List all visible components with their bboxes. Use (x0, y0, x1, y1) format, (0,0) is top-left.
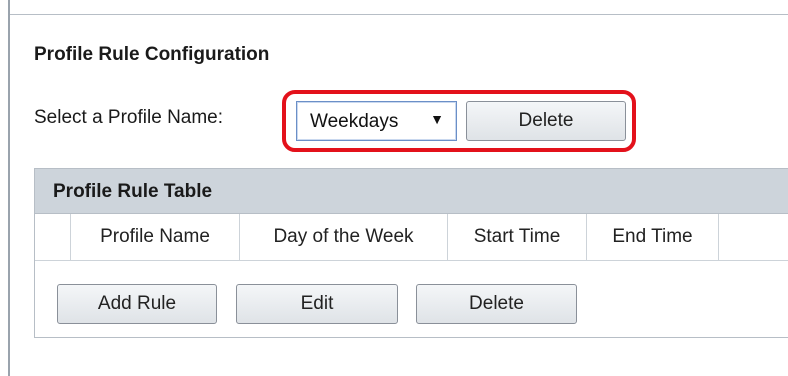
profile-name-select[interactable]: Weekdays ▼ (296, 101, 457, 141)
column-header-extra (719, 214, 788, 261)
column-header-start-time: Start Time (448, 214, 587, 261)
table-title: Profile Rule Table (53, 181, 213, 202)
profile-name-select-value: Weekdays (310, 111, 399, 132)
edit-rule-button[interactable]: Edit (236, 284, 398, 324)
dropdown-arrow-icon: ▼ (430, 111, 444, 127)
table-title-bar: Profile Rule Table (35, 169, 788, 214)
add-rule-button[interactable]: Add Rule (57, 284, 217, 324)
column-header-select (35, 214, 71, 261)
top-divider (10, 14, 788, 15)
column-header-day-of-week: Day of the Week (240, 214, 448, 261)
column-header-profile-name: Profile Name (71, 214, 240, 261)
select-profile-label: Select a Profile Name: (34, 107, 224, 128)
page-title: Profile Rule Configuration (34, 44, 270, 65)
column-header-end-time: End Time (587, 214, 719, 261)
left-divider (8, 0, 10, 376)
delete-profile-button[interactable]: Delete (466, 101, 626, 141)
delete-rule-button[interactable]: Delete (416, 284, 577, 324)
